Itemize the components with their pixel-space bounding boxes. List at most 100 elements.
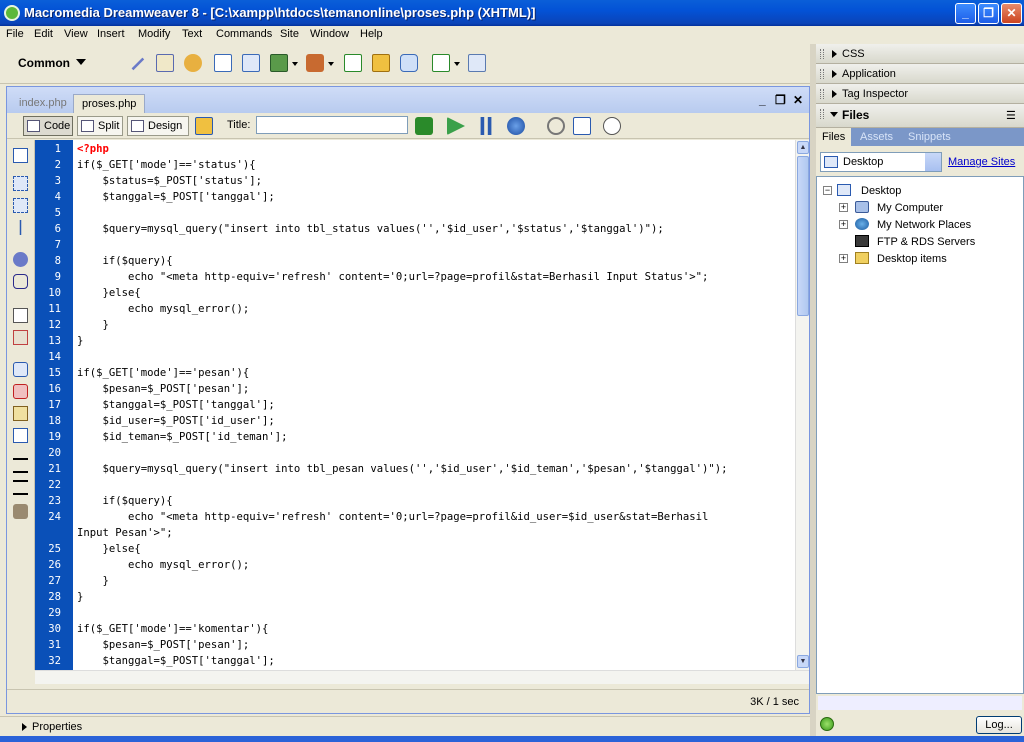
properties-panel-bar[interactable]: Properties <box>0 716 816 736</box>
expand-properties-icon[interactable] <box>22 723 27 731</box>
line-number[interactable]: 9 <box>35 269 61 285</box>
line-number[interactable]: 24 <box>35 509 61 525</box>
tree-expander[interactable]: + <box>839 254 848 263</box>
grip-icon[interactable] <box>820 49 824 59</box>
table-icon[interactable] <box>214 54 232 72</box>
wrap-tag-icon[interactable] <box>13 406 28 421</box>
layer-icon[interactable] <box>242 54 260 72</box>
tree-expander[interactable]: + <box>839 220 848 229</box>
line-numbers-icon[interactable] <box>13 308 28 323</box>
code-view-button[interactable]: Code <box>23 116 73 136</box>
line-number[interactable]: 26 <box>35 557 61 573</box>
line-number[interactable]: 11 <box>35 301 61 317</box>
application-panel-header[interactable]: Application <box>816 64 1024 84</box>
code-vertical-scrollbar[interactable]: ▲ ▼ <box>795 140 809 670</box>
menu-text[interactable]: Text <box>182 28 202 40</box>
line-number[interactable]: 10 <box>35 285 61 301</box>
indent-code-icon[interactable] <box>13 458 28 473</box>
menu-modify[interactable]: Modify <box>138 28 170 40</box>
code-editor[interactable]: 1 <?php 2 if($_GET['mode']=='status'){3 $st… <box>35 140 795 670</box>
select-parent-tag-icon[interactable] <box>13 252 28 267</box>
line-number[interactable]: 3 <box>35 173 61 189</box>
tree-item-my-computer[interactable]: + My Computer <box>839 200 1019 216</box>
tree-item-my-network-places[interactable]: + My Network Places <box>839 217 1019 233</box>
image-icon[interactable] <box>270 54 288 72</box>
templates-icon[interactable] <box>432 54 450 72</box>
visual-aids-icon[interactable] <box>603 117 621 135</box>
line-number[interactable]: 32 <box>35 653 61 669</box>
grip-icon[interactable] <box>820 69 824 79</box>
document-restore-button[interactable]: ❐ <box>775 93 786 107</box>
collapse-selection-icon[interactable] <box>13 198 28 213</box>
line-number[interactable]: 21 <box>35 461 61 477</box>
line-number[interactable]: 15 <box>35 365 61 381</box>
apply-comment-icon[interactable] <box>13 362 28 377</box>
split-view-button[interactable]: Split <box>77 116 123 136</box>
menu-view[interactable]: View <box>64 28 88 40</box>
view-options-icon[interactable] <box>573 117 591 135</box>
tab-index-php[interactable]: index.php <box>11 94 75 113</box>
recent-snippets-icon[interactable] <box>13 428 28 443</box>
insert-category-dropdown-icon[interactable] <box>76 59 86 65</box>
open-documents-icon[interactable] <box>13 148 28 163</box>
design-view-button[interactable]: Design <box>127 116 189 136</box>
line-number[interactable]: 8 <box>35 253 61 269</box>
tree-item-ftp-rds-servers[interactable]: FTP & RDS Servers <box>839 234 1019 250</box>
highlight-invalid-code-icon[interactable] <box>13 330 28 345</box>
line-number[interactable]: 14 <box>35 349 61 365</box>
browser-check-icon[interactable] <box>507 117 525 135</box>
tree-item-desktop-items[interactable]: + Desktop items <box>839 251 1019 267</box>
scroll-down-icon[interactable]: ▼ <box>797 655 809 668</box>
line-number[interactable]: 17 <box>35 397 61 413</box>
line-number[interactable]: 25 <box>35 541 61 557</box>
live-data-icon[interactable] <box>195 117 213 135</box>
date-icon[interactable] <box>344 54 362 72</box>
hyperlink-icon[interactable] <box>131 57 145 71</box>
line-number[interactable]: 5 <box>35 205 61 221</box>
menu-insert[interactable]: Insert <box>97 28 125 40</box>
tab-proses-php[interactable]: proses.php <box>73 94 146 113</box>
css-panel-header[interactable]: CSS <box>816 44 1024 64</box>
collapse-full-tag-icon[interactable] <box>13 176 28 191</box>
preview-in-browser-icon[interactable] <box>447 117 465 135</box>
remove-comment-icon[interactable] <box>13 384 28 399</box>
site-select[interactable]: Desktop <box>820 152 942 172</box>
line-number[interactable]: 30 <box>35 621 61 637</box>
tag-chooser-icon[interactable] <box>468 54 486 72</box>
media-icon[interactable] <box>306 54 324 72</box>
line-number[interactable]: 1 <box>35 141 61 157</box>
refresh-design-view-icon[interactable] <box>480 117 492 135</box>
file-tree-horizontal-scrollbar[interactable] <box>818 696 1022 710</box>
line-number[interactable]: 12 <box>35 317 61 333</box>
templates-dropdown-icon[interactable] <box>454 62 460 66</box>
dreamweaver-app-icon[interactable] <box>4 5 20 21</box>
menu-window[interactable]: Window <box>310 28 349 40</box>
document-title-input[interactable] <box>256 116 408 134</box>
close-button[interactable]: ✕ <box>1001 3 1022 24</box>
tree-item-desktop[interactable]: − Desktop <box>823 183 1013 199</box>
line-number[interactable]: 16 <box>35 381 61 397</box>
balance-braces-icon[interactable] <box>13 274 28 289</box>
format-source-code-icon[interactable] <box>13 504 28 519</box>
menu-help[interactable]: Help <box>360 28 383 40</box>
insert-category-label[interactable]: Common <box>18 56 70 70</box>
line-number[interactable]: 27 <box>35 573 61 589</box>
email-link-icon[interactable] <box>156 54 174 72</box>
restore-button[interactable]: ❐ <box>978 3 999 24</box>
file-management-icon[interactable] <box>415 117 433 135</box>
line-number[interactable]: 18 <box>35 413 61 429</box>
line-number[interactable]: 29 <box>35 605 61 621</box>
tree-expander[interactable]: + <box>839 203 848 212</box>
media-dropdown-icon[interactable] <box>328 62 334 66</box>
named-anchor-icon[interactable] <box>184 54 202 72</box>
grip-icon[interactable] <box>820 109 824 119</box>
menu-edit[interactable]: Edit <box>34 28 53 40</box>
line-number[interactable]: 13 <box>35 333 61 349</box>
minimize-button[interactable]: _ <box>955 3 976 24</box>
line-number[interactable]: 4 <box>35 189 61 205</box>
menu-commands[interactable]: Commands <box>216 28 272 40</box>
tab-files[interactable]: Files <box>816 128 852 146</box>
scroll-up-icon[interactable]: ▲ <box>797 141 809 154</box>
grip-icon[interactable] <box>820 89 824 99</box>
menu-site[interactable]: Site <box>280 28 299 40</box>
